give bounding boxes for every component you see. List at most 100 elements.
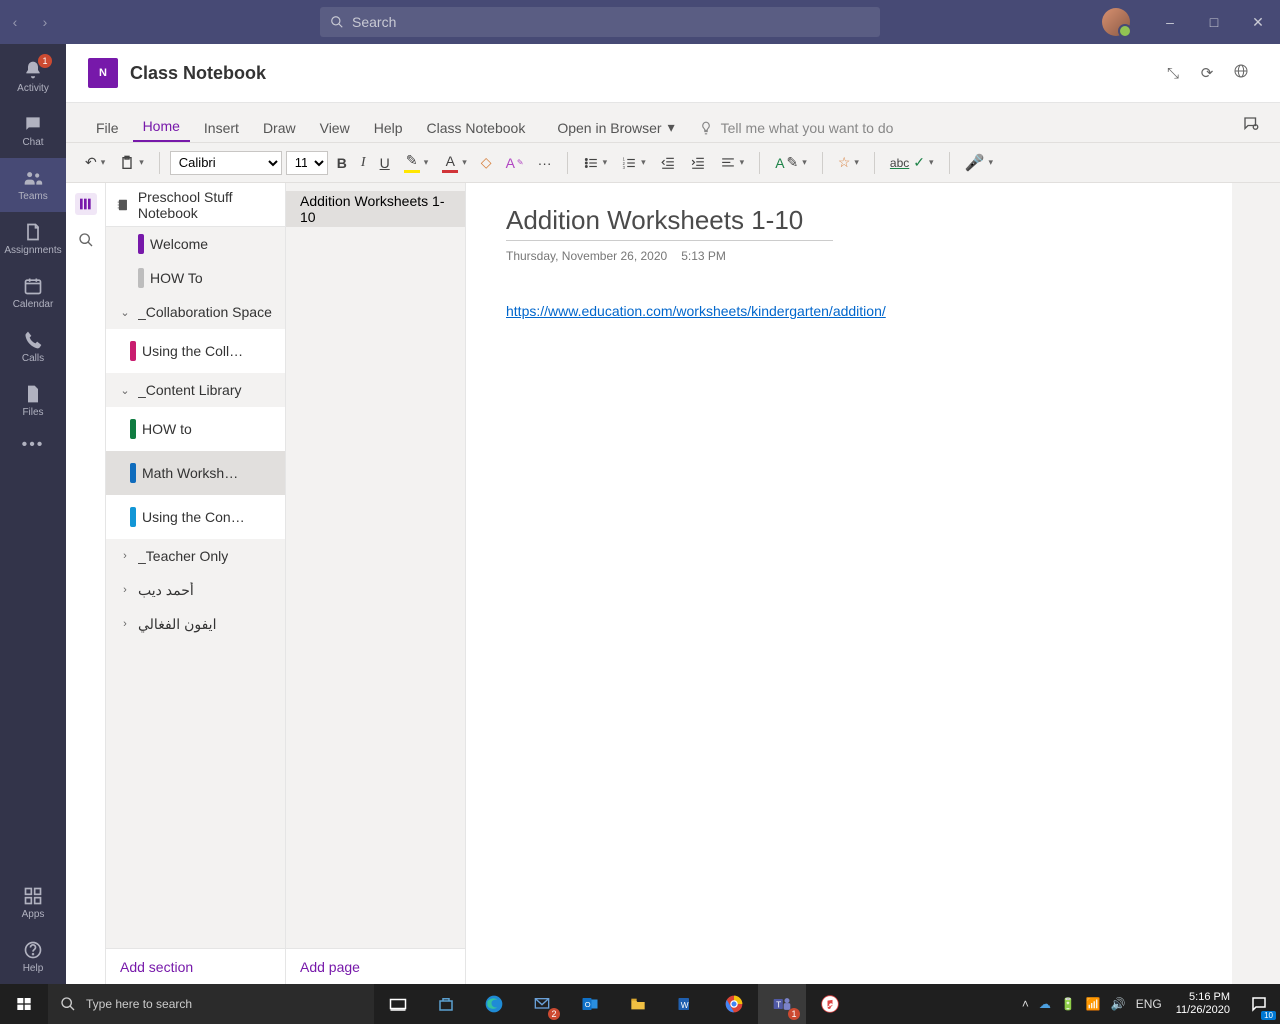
- tab-home[interactable]: Home: [133, 110, 190, 142]
- notebook-title-row[interactable]: Preschool Stuff Notebook: [106, 183, 285, 227]
- rail-assignments[interactable]: Assignments: [0, 212, 66, 266]
- taskbar-mail[interactable]: 2: [518, 984, 566, 1024]
- nav-back-button[interactable]: ‹: [0, 14, 30, 30]
- window-minimize-button[interactable]: –: [1148, 14, 1192, 30]
- dictate-button[interactable]: 🎤▾: [960, 149, 998, 177]
- window-close-button[interactable]: ✕: [1236, 14, 1280, 31]
- align-button[interactable]: ▾: [715, 152, 750, 174]
- user-avatar[interactable]: [1102, 8, 1130, 36]
- ribbon-toolbar: ↶▾ ▾ Calibri 11 B I U ✎▾ A▾ ◇ A✎ ··· ▾ 1…: [66, 143, 1280, 183]
- page-canvas[interactable]: Addition Worksheets 1-10 Thursday, Novem…: [466, 183, 1232, 984]
- format-painter-button[interactable]: A✎: [501, 151, 529, 175]
- font-color-button[interactable]: A▾: [437, 149, 472, 177]
- notification-center-button[interactable]: 10: [1238, 984, 1280, 1024]
- tray-chevron-icon[interactable]: ˄: [1022, 997, 1029, 1011]
- battery-icon[interactable]: 🔋: [1061, 997, 1076, 1011]
- page-title[interactable]: Addition Worksheets 1-10: [506, 205, 833, 241]
- add-section-button[interactable]: Add section: [106, 948, 285, 984]
- font-size-select[interactable]: 11: [286, 151, 328, 175]
- rail-apps[interactable]: Apps: [0, 876, 66, 930]
- music-icon: [820, 994, 840, 1014]
- clear-format-button[interactable]: ◇: [476, 150, 497, 175]
- section-group[interactable]: ›ايفون الفغالي: [106, 607, 285, 641]
- section-item[interactable]: HOW To: [106, 261, 285, 295]
- taskbar-explorer[interactable]: [614, 984, 662, 1024]
- system-tray[interactable]: ˄ ☁ 🔋 📶 🔊 ENG: [1022, 997, 1168, 1011]
- wifi-icon[interactable]: 📶: [1086, 997, 1101, 1011]
- feedback-icon[interactable]: [1242, 115, 1260, 142]
- store-icon: [437, 995, 455, 1013]
- global-search-input[interactable]: Search: [320, 7, 880, 37]
- rail-calendar[interactable]: Calendar: [0, 266, 66, 320]
- globe-icon[interactable]: [1224, 63, 1258, 83]
- start-button[interactable]: [0, 984, 48, 1024]
- onedrive-icon[interactable]: ☁: [1039, 997, 1051, 1011]
- rail-calls[interactable]: Calls: [0, 320, 66, 374]
- tags-button[interactable]: ☆▾: [833, 150, 864, 175]
- tab-insert[interactable]: Insert: [194, 112, 249, 142]
- rail-help[interactable]: Help: [0, 930, 66, 984]
- spellcheck-button[interactable]: abc✓▾: [885, 150, 939, 175]
- rail-files[interactable]: Files: [0, 374, 66, 428]
- taskbar-search-input[interactable]: Type here to search: [48, 984, 374, 1024]
- rail-activity[interactable]: Activity 1: [0, 50, 66, 104]
- outdent-button[interactable]: [655, 152, 681, 174]
- bold-button[interactable]: B: [332, 151, 352, 175]
- indent-button[interactable]: [685, 152, 711, 174]
- tab-view[interactable]: View: [310, 112, 360, 142]
- taskbar-chrome[interactable]: [710, 984, 758, 1024]
- numbering-button[interactable]: 123▾: [616, 152, 651, 174]
- taskbar-teams[interactable]: T 1: [758, 984, 806, 1024]
- svg-text:W: W: [681, 1001, 689, 1010]
- volume-icon[interactable]: 🔊: [1111, 997, 1126, 1011]
- section-item[interactable]: Math Worksheets: [106, 451, 285, 495]
- taskbar-word[interactable]: W: [662, 984, 710, 1024]
- rail-more[interactable]: •••: [0, 428, 66, 462]
- open-in-browser-button[interactable]: Open in Browser ▾: [557, 119, 674, 142]
- bullets-button[interactable]: ▾: [578, 152, 613, 174]
- tab-draw[interactable]: Draw: [253, 112, 306, 142]
- refresh-icon[interactable]: ⟳: [1190, 64, 1224, 82]
- mail-badge: 2: [548, 1008, 560, 1020]
- collapse-icon[interactable]: ⤡: [1156, 65, 1190, 82]
- window-maximize-button[interactable]: □: [1192, 14, 1236, 30]
- nav-forward-button[interactable]: ›: [30, 14, 60, 30]
- section-group[interactable]: ›_Teacher Only: [106, 539, 285, 573]
- section-group[interactable]: ›أحمد ديب: [106, 573, 285, 607]
- page-link[interactable]: https://www.education.com/worksheets/kin…: [506, 303, 886, 319]
- show-nav-icon[interactable]: [75, 193, 97, 215]
- section-item[interactable]: Using the Collabora...: [106, 329, 285, 373]
- taskbar-clock[interactable]: 5:16 PM 11/26/2020: [1168, 991, 1238, 1017]
- taskbar-store[interactable]: [422, 984, 470, 1024]
- taskbar-edge[interactable]: [470, 984, 518, 1024]
- tab-file[interactable]: File: [86, 112, 129, 142]
- section-item[interactable]: Welcome: [106, 227, 285, 261]
- search-nav-icon[interactable]: [75, 229, 97, 251]
- phone-icon: [23, 330, 43, 350]
- page-item[interactable]: Addition Worksheets 1-10: [286, 191, 465, 227]
- highlight-button[interactable]: ✎▾: [399, 148, 434, 177]
- rail-teams[interactable]: Teams: [0, 158, 66, 212]
- italic-button[interactable]: I: [356, 151, 371, 175]
- undo-button[interactable]: ↶▾: [80, 150, 110, 175]
- section-group[interactable]: ⌄_Content Library: [106, 373, 285, 407]
- taskbar-outlook[interactable]: O: [566, 984, 614, 1024]
- font-name-select[interactable]: Calibri: [170, 151, 282, 175]
- section-list: Preschool Stuff Notebook WelcomeHOW To⌄_…: [106, 183, 286, 984]
- section-item[interactable]: Using the Content ...: [106, 495, 285, 539]
- task-view-button[interactable]: [374, 984, 422, 1024]
- tell-me-input[interactable]: Tell me what you want to do: [699, 120, 894, 142]
- tab-help[interactable]: Help: [364, 112, 413, 142]
- taskbar-itunes[interactable]: [806, 984, 854, 1024]
- tab-class-notebook[interactable]: Class Notebook: [417, 112, 536, 142]
- paste-button[interactable]: ▾: [114, 150, 149, 176]
- language-indicator[interactable]: ENG: [1136, 997, 1162, 1011]
- section-item[interactable]: HOW to: [106, 407, 285, 451]
- svg-text:O: O: [585, 1000, 591, 1009]
- more-format-button[interactable]: ···: [533, 151, 557, 175]
- rail-chat[interactable]: Chat: [0, 104, 66, 158]
- styles-button[interactable]: A✎▾: [770, 150, 812, 175]
- add-page-button[interactable]: Add page: [286, 948, 465, 984]
- section-group[interactable]: ⌄_Collaboration Space: [106, 295, 285, 329]
- underline-button[interactable]: U: [375, 151, 395, 175]
